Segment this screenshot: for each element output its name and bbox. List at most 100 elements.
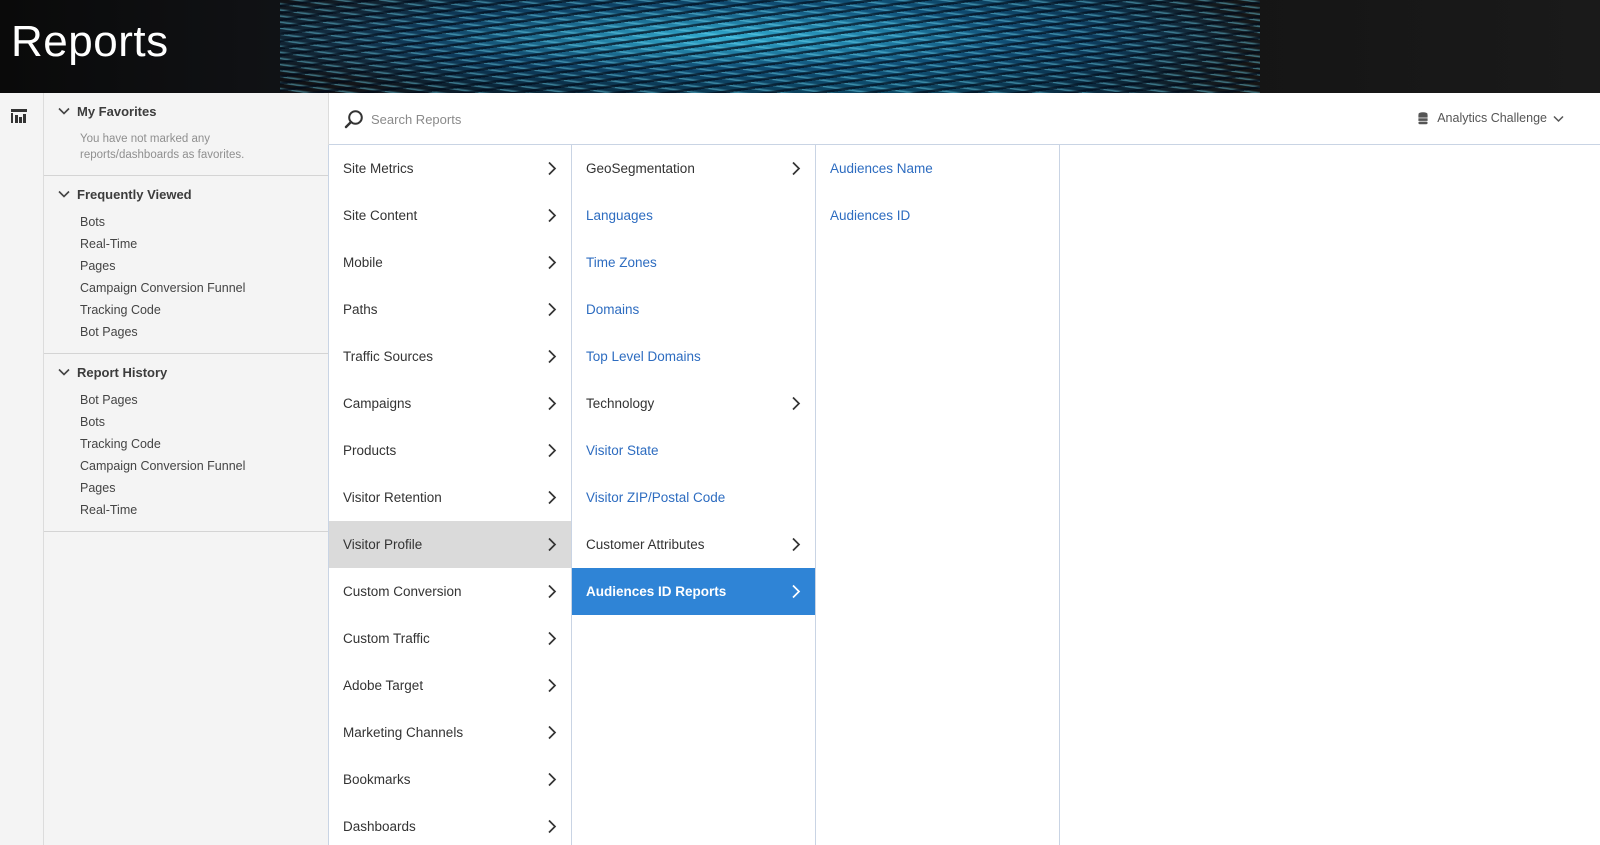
report-menu-column-3: Audiences Name Audiences ID: [816, 145, 1060, 845]
menu-item-paths[interactable]: Paths: [329, 286, 571, 333]
report-suite-selector[interactable]: Analytics Challenge: [1418, 111, 1564, 125]
menu-item-campaigns[interactable]: Campaigns: [329, 380, 571, 427]
chevron-right-icon: [548, 537, 557, 552]
menu-item-visitor-retention[interactable]: Visitor Retention: [329, 474, 571, 521]
favorites-section: My Favorites You have not marked any rep…: [44, 93, 328, 176]
report-link-top-level-domains[interactable]: Top Level Domains: [572, 333, 815, 380]
search-input[interactable]: [371, 107, 771, 131]
menu-item-label: Site Metrics: [343, 161, 414, 176]
list-item[interactable]: Bot Pages: [80, 389, 328, 411]
report-link-visitor-zip[interactable]: Visitor ZIP/Postal Code: [572, 474, 815, 521]
list-item[interactable]: Bots: [80, 411, 328, 433]
chevron-right-icon: [548, 302, 557, 317]
menu-item-label: Custom Conversion: [343, 584, 462, 599]
menu-item-label: Bookmarks: [343, 772, 411, 787]
report-history-list: Bot Pages Bots Tracking Code Campaign Co…: [44, 380, 328, 521]
list-item[interactable]: Pages: [80, 477, 328, 499]
menu-item-technology[interactable]: Technology: [572, 380, 815, 427]
report-history-section: Report History Bot Pages Bots Tracking C…: [44, 354, 328, 532]
chevron-right-icon: [548, 772, 557, 787]
menu-item-site-content[interactable]: Site Content: [329, 192, 571, 239]
left-panel: My Favorites You have not marked any rep…: [44, 93, 329, 845]
report-history-title: Report History: [77, 364, 168, 380]
list-item[interactable]: Bot Pages: [80, 321, 328, 343]
report-link-visitor-state[interactable]: Visitor State: [572, 427, 815, 474]
chevron-right-icon: [548, 255, 557, 270]
frequently-viewed-section: Frequently Viewed Bots Real-Time Pages C…: [44, 176, 328, 354]
list-item[interactable]: Campaign Conversion Funnel: [80, 455, 328, 477]
menu-item-bookmarks[interactable]: Bookmarks: [329, 756, 571, 803]
chevron-right-icon: [548, 725, 557, 740]
list-item[interactable]: Pages: [80, 255, 328, 277]
menu-item-custom-traffic[interactable]: Custom Traffic: [329, 615, 571, 662]
list-item[interactable]: Bots: [80, 211, 328, 233]
report-link-languages[interactable]: Languages: [572, 192, 815, 239]
favorites-title: My Favorites: [77, 103, 157, 119]
menu-item-label: Adobe Target: [343, 678, 424, 693]
chevron-right-icon: [548, 396, 557, 411]
list-item[interactable]: Campaign Conversion Funnel: [80, 277, 328, 299]
menu-item-label: Audiences ID Reports: [586, 584, 727, 599]
menu-item-customer-attributes[interactable]: Customer Attributes: [572, 521, 815, 568]
menu-item-mobile[interactable]: Mobile: [329, 239, 571, 286]
menu-item-adobe-target[interactable]: Adobe Target: [329, 662, 571, 709]
menu-item-label: Technology: [586, 396, 655, 411]
frequently-viewed-list: Bots Real-Time Pages Campaign Conversion…: [44, 202, 328, 343]
favorites-header[interactable]: My Favorites: [44, 103, 328, 119]
report-list-icon[interactable]: [11, 109, 27, 123]
chevron-right-icon: [548, 349, 557, 364]
menu-item-products[interactable]: Products: [329, 427, 571, 474]
chevron-right-icon: [548, 208, 557, 223]
menu-item-label: Custom Traffic: [343, 631, 430, 646]
menu-item-label: Site Content: [343, 208, 418, 223]
menu-item-label: Audiences ID: [830, 208, 911, 223]
menu-item-marketing-channels[interactable]: Marketing Channels: [329, 709, 571, 756]
search-icon: [344, 110, 363, 129]
menu-item-label: Visitor ZIP/Postal Code: [586, 490, 726, 505]
left-rail: [0, 93, 44, 845]
chevron-right-icon: [792, 396, 801, 411]
menu-item-audiences-id-reports[interactable]: Audiences ID Reports: [572, 568, 815, 615]
menu-item-label: Languages: [586, 208, 653, 223]
menu-item-label: Top Level Domains: [586, 349, 701, 364]
menu-item-label: Visitor Retention: [343, 490, 442, 505]
chevron-down-icon: [1553, 115, 1564, 122]
menu-item-label: Customer Attributes: [586, 537, 705, 552]
report-history-header[interactable]: Report History: [44, 364, 328, 380]
frequently-viewed-title: Frequently Viewed: [77, 186, 192, 202]
report-suite-label: Analytics Challenge: [1437, 111, 1547, 125]
list-item[interactable]: Real-Time: [80, 233, 328, 255]
menu-item-label: Products: [343, 443, 397, 458]
menu-item-dashboards[interactable]: Dashboards: [329, 803, 571, 845]
menu-item-label: Time Zones: [586, 255, 657, 270]
menu-item-visitor-profile[interactable]: Visitor Profile: [329, 521, 571, 568]
chevron-right-icon: [548, 161, 557, 176]
menu-item-custom-conversion[interactable]: Custom Conversion: [329, 568, 571, 615]
menu-item-site-metrics[interactable]: Site Metrics: [329, 145, 571, 192]
chevron-right-icon: [792, 584, 801, 599]
list-item[interactable]: Tracking Code: [80, 433, 328, 455]
banner-artwork: [280, 0, 1260, 93]
chevron-down-icon: [58, 107, 70, 115]
report-link-domains[interactable]: Domains: [572, 286, 815, 333]
chevron-right-icon: [548, 584, 557, 599]
menu-item-label: Campaigns: [343, 396, 412, 411]
menu-item-label: GeoSegmentation: [586, 161, 695, 176]
menu-item-traffic-sources[interactable]: Traffic Sources: [329, 333, 571, 380]
report-link-time-zones[interactable]: Time Zones: [572, 239, 815, 286]
database-icon: [1418, 111, 1428, 124]
report-menu-column-1: Site Metrics Site Content Mobile Paths T…: [328, 145, 572, 845]
chevron-down-icon: [58, 190, 70, 198]
chevron-right-icon: [792, 161, 801, 176]
report-link-audiences-name[interactable]: Audiences Name: [816, 145, 1059, 192]
menu-item-label: Audiences Name: [830, 161, 933, 176]
menu-item-label: Traffic Sources: [343, 349, 434, 364]
report-link-audiences-id[interactable]: Audiences ID: [816, 192, 1059, 239]
chevron-right-icon: [548, 443, 557, 458]
menu-item-label: Visitor Profile: [343, 537, 423, 552]
list-item[interactable]: Real-Time: [80, 499, 328, 521]
menu-item-geosegmentation[interactable]: GeoSegmentation: [572, 145, 815, 192]
frequently-viewed-header[interactable]: Frequently Viewed: [44, 186, 328, 202]
list-item[interactable]: Tracking Code: [80, 299, 328, 321]
menu-item-label: Visitor State: [586, 443, 659, 458]
